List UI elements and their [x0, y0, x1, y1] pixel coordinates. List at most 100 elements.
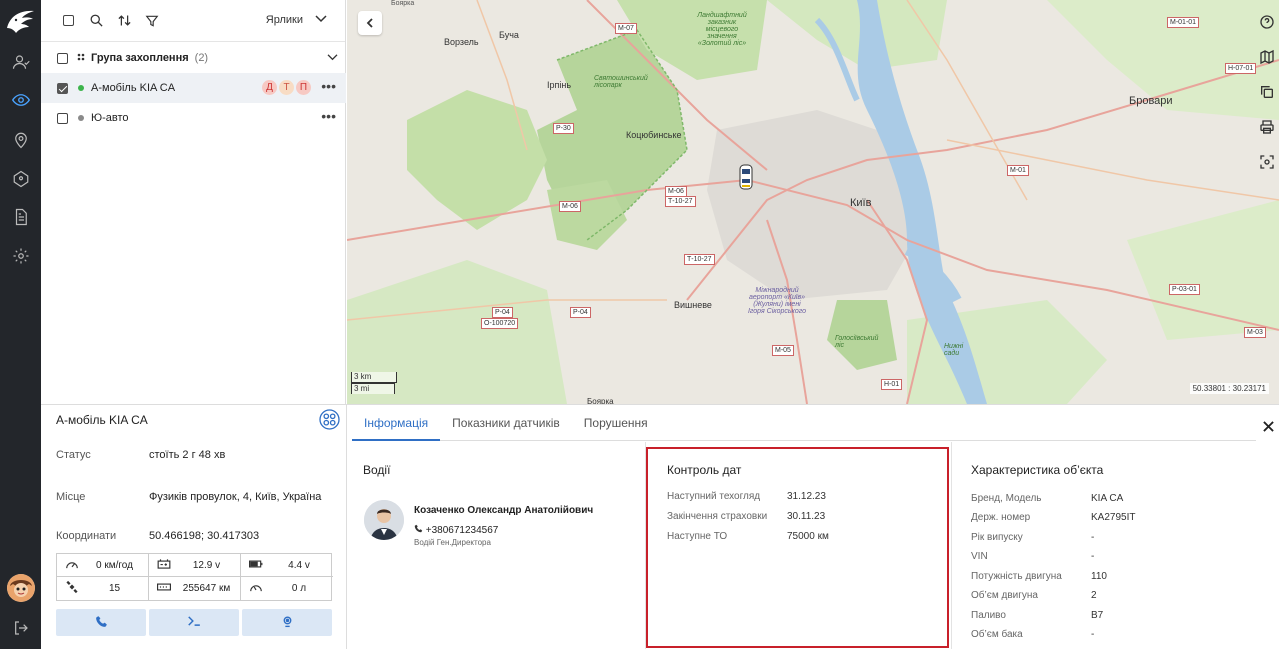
- place-value: Фузиків провулок, 4, Київ, Україна: [149, 491, 322, 503]
- help-icon[interactable]: [1255, 10, 1279, 34]
- reports-document-icon[interactable]: [0, 199, 41, 235]
- power-supply-icon: [157, 558, 173, 573]
- road-label: М-06: [559, 201, 581, 212]
- track-button[interactable]: [242, 609, 332, 636]
- map-layers-icon[interactable]: [1255, 45, 1279, 69]
- cursor-coordinates: 50.33801 : 30.23171: [1189, 383, 1269, 394]
- sort-icon[interactable]: [111, 8, 137, 34]
- list-toolbar: Ярлики: [41, 0, 345, 42]
- search-icon[interactable]: [83, 8, 109, 34]
- details-tabs: Інформація Показники датчиків Порушення: [352, 405, 1256, 441]
- eagle-logo-icon[interactable]: [4, 6, 37, 36]
- map-view[interactable]: Боярка Ворзель Буча Ірпінь Коцюбинське К…: [347, 0, 1279, 404]
- app: Ярлики Група захоплення (2) А-мобіль KIA…: [0, 0, 1279, 649]
- copy-icon[interactable]: [1255, 80, 1279, 104]
- road-label: О-100720: [481, 318, 519, 329]
- print-icon[interactable]: [1255, 115, 1279, 139]
- select-all-checkbox[interactable]: [55, 8, 81, 34]
- road-label: М-03: [1244, 327, 1266, 338]
- road-label: Н-07-01: [1225, 63, 1257, 74]
- driver-phone-number: +380671234567: [425, 525, 499, 536]
- driver-role: Водій Ген.Директора: [414, 538, 491, 547]
- odometer-cell: 255647 км: [149, 577, 241, 600]
- collapse-panel-button[interactable]: [358, 11, 382, 35]
- chevron-down-icon[interactable]: [315, 14, 327, 27]
- speed-cell: 0 км/год: [57, 554, 149, 577]
- item-name: Ю-авто: [91, 112, 129, 124]
- metrics-grid: 0 км/год 12.9 v 4.4 v 15 255647 км 0 л: [56, 553, 333, 601]
- location-pin-icon[interactable]: [0, 122, 41, 158]
- odometer-value: 255647 км: [182, 583, 231, 594]
- char-value: B7: [1091, 610, 1104, 621]
- road-label: Р-04: [492, 307, 513, 318]
- divider: [951, 442, 952, 649]
- group-row[interactable]: Група захоплення (2): [41, 43, 346, 73]
- driver-photo: [364, 500, 404, 540]
- char-label: Потужність двигуна: [971, 571, 1062, 582]
- more-options-icon[interactable]: •••: [321, 109, 336, 123]
- scale-km: 3 km: [351, 372, 397, 383]
- badge-violation[interactable]: П: [296, 80, 311, 95]
- map-label-city: Вишневе: [674, 300, 712, 310]
- group-chevron-down-icon[interactable]: [327, 53, 338, 65]
- road-label: Р-04: [570, 307, 591, 318]
- road-label: М-01: [1007, 165, 1029, 176]
- char-label: Рік випуску: [971, 532, 1023, 543]
- badge-driver[interactable]: Д: [262, 80, 277, 95]
- satellites-cell: 15: [57, 577, 149, 600]
- left-rail: [0, 0, 41, 649]
- labels-dropdown[interactable]: Ярлики: [266, 14, 303, 26]
- tab-information[interactable]: Інформація: [352, 405, 441, 441]
- command-button[interactable]: [149, 609, 239, 636]
- map-label-park: Святошинський лісопарк: [594, 75, 648, 89]
- driver-phone[interactable]: +380671234567: [414, 524, 498, 536]
- locate-target-icon[interactable]: [1255, 150, 1279, 174]
- list-item[interactable]: Ю-авто •••: [41, 103, 346, 133]
- char-value: 2: [1091, 590, 1097, 601]
- coords-value: 50.466198; 30.417303: [149, 530, 260, 542]
- map-label-park: Нижні сади: [944, 343, 964, 357]
- item-checkbox[interactable]: [57, 82, 68, 94]
- char-value: KA2795IT: [1091, 512, 1136, 523]
- tab-sensors[interactable]: Показники датчиків: [440, 405, 572, 441]
- objects-list-panel: Ярлики Група захоплення (2) А-мобіль KIA…: [41, 0, 346, 404]
- geozone-icon[interactable]: [0, 161, 41, 197]
- fuel-value: 0 л: [291, 583, 307, 594]
- road-label: Р-30: [553, 123, 574, 134]
- filter-icon[interactable]: [139, 8, 165, 34]
- map-scale: 3 km 3 mi: [351, 372, 397, 394]
- satellites-value: 15: [108, 583, 121, 594]
- settings-gear-icon[interactable]: [0, 238, 41, 274]
- satellite-icon: [65, 580, 81, 597]
- group-checkbox[interactable]: [57, 52, 68, 64]
- fuel-cell: 0 л: [241, 577, 333, 600]
- logout-icon[interactable]: [0, 612, 41, 644]
- driver-name: Козаченко Олександр Анатолійович: [414, 505, 594, 516]
- battery-icon: [249, 559, 265, 572]
- tab-violations[interactable]: Порушення: [572, 405, 660, 441]
- more-options-icon[interactable]: •••: [321, 79, 336, 93]
- users-icon[interactable]: [0, 44, 41, 80]
- object-settings-icon[interactable]: [319, 409, 340, 430]
- call-button[interactable]: [56, 609, 146, 636]
- scale-mi: 3 mi: [351, 383, 395, 394]
- battery-value: 4.4 v: [288, 559, 310, 571]
- status-label: Статус: [56, 449, 91, 461]
- badge-trailer[interactable]: Т: [279, 80, 294, 95]
- dates-highlight-frame: [646, 447, 949, 648]
- speedometer-icon: [65, 558, 81, 573]
- terminal-icon: [187, 615, 201, 630]
- char-value: -: [1091, 551, 1095, 562]
- object-title: А-мобіль KIA CA: [56, 413, 148, 427]
- vehicle-marker-icon[interactable]: [739, 164, 753, 190]
- map-label-city: Бровари: [1129, 95, 1173, 107]
- battery-cell: 4.4 v: [241, 554, 333, 577]
- monitoring-eye-icon[interactable]: [0, 82, 41, 118]
- list-item[interactable]: А-мобіль KIA CA Д Т П •••: [41, 73, 346, 103]
- map-label-city: Київ: [850, 197, 872, 209]
- close-icon[interactable]: [1263, 419, 1274, 435]
- speed-value: 0 км/год: [96, 559, 133, 571]
- item-checkbox[interactable]: [57, 112, 68, 124]
- user-avatar[interactable]: [7, 574, 35, 602]
- road-label: Н-01: [881, 379, 903, 390]
